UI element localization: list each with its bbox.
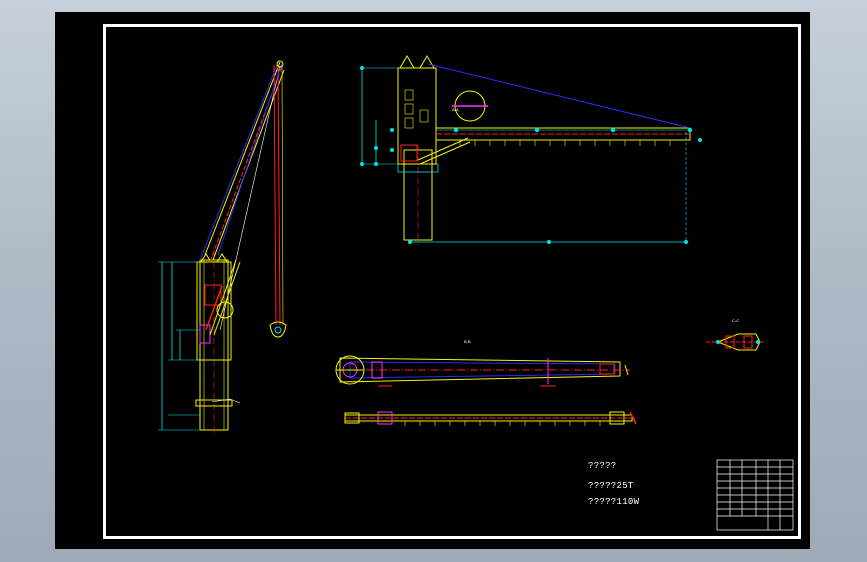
title-block (716, 459, 794, 531)
boom-side-view (344, 411, 637, 426)
section-label-bb: B-B (464, 339, 471, 344)
boom-plan-view (335, 355, 630, 387)
note-line-3: ?????110W (588, 497, 640, 507)
note-line-2: ?????25T (588, 481, 634, 491)
hook-detail-view (706, 333, 764, 351)
section-label-aa: A-A (452, 107, 459, 112)
section-label-cc: C-C (732, 318, 739, 323)
note-line-1: ????? (588, 461, 617, 471)
plan-view (360, 55, 702, 245)
cad-drawing: A-A B-B C-C (158, 55, 794, 531)
side-elevation-view (158, 59, 287, 436)
